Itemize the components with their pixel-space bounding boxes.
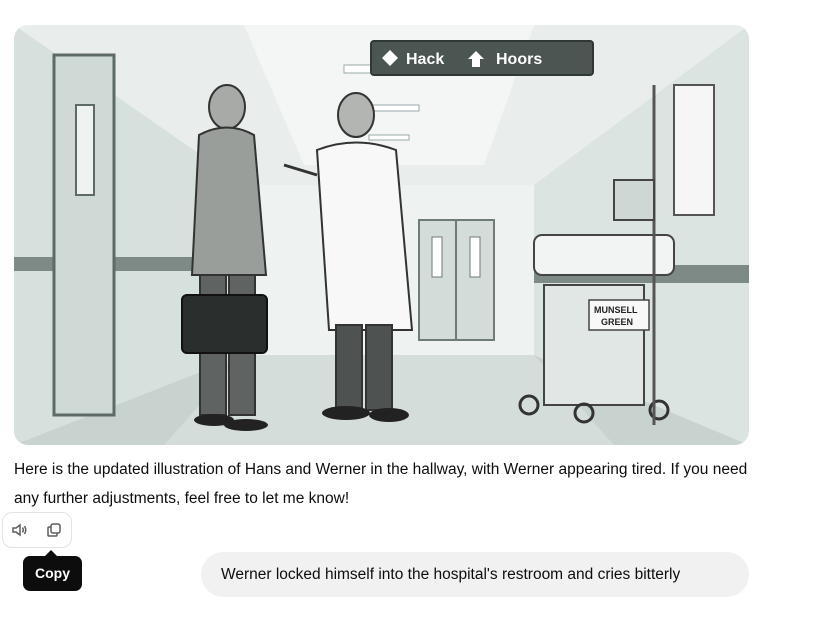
- cart-label-line2: GREEN: [601, 317, 633, 327]
- copy-tooltip: Copy: [23, 550, 82, 591]
- message-actions: [2, 512, 72, 548]
- user-message-text: Werner locked himself into the hospital'…: [221, 566, 681, 583]
- hallway-illustration: Hack Hoors MUNSELL GREEN: [14, 25, 749, 445]
- assistant-message: Here is the updated illustration of Hans…: [14, 461, 748, 507]
- speaker-icon[interactable]: [6, 516, 34, 544]
- copy-icon[interactable]: [40, 516, 68, 544]
- generated-image[interactable]: Hack Hoors MUNSELL GREEN: [14, 25, 749, 445]
- sign-right-text: Hoors: [496, 51, 542, 68]
- sign-left-text: Hack: [406, 51, 444, 68]
- user-message-bubble: Werner locked himself into the hospital'…: [201, 552, 749, 597]
- cart-label-line1: MUNSELL: [594, 305, 638, 315]
